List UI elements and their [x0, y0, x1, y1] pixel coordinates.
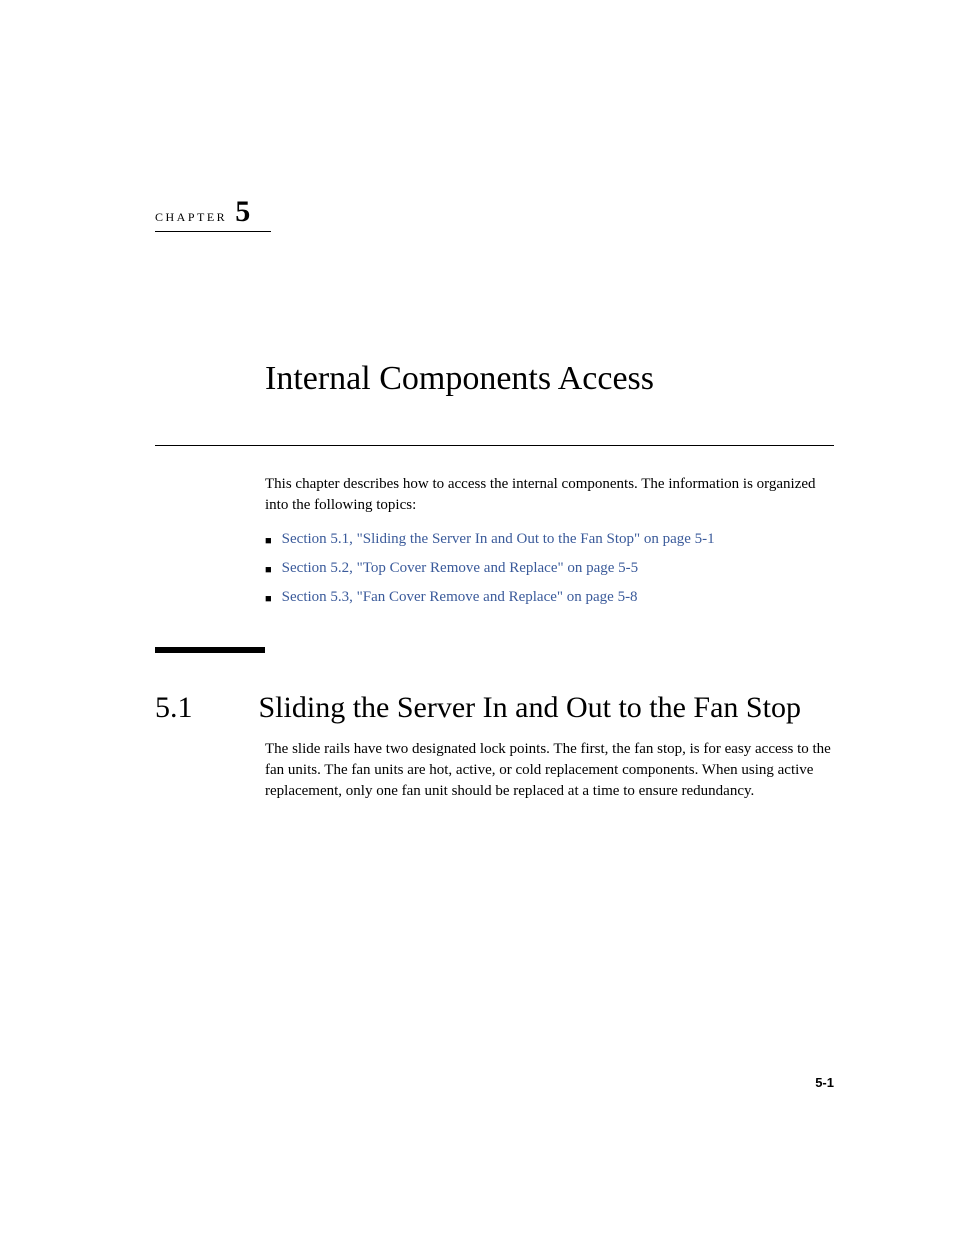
list-item: ■ Section 5.2, "Top Cover Remove and Rep… — [265, 560, 834, 581]
chapter-title: Internal Components Access — [265, 360, 834, 398]
intro-paragraph: This chapter describes how to access the… — [265, 474, 834, 516]
toc-link-section-5-2[interactable]: Section 5.2, "Top Cover Remove and Repla… — [282, 560, 639, 577]
list-item: ■ Section 5.3, "Fan Cover Remove and Rep… — [265, 589, 834, 610]
section-body: The slide rails have two designated lock… — [265, 739, 834, 802]
section-number: 5.1 — [155, 691, 193, 725]
section-divider — [155, 647, 265, 653]
list-item: ■ Section 5.1, "Sliding the Server In an… — [265, 531, 834, 552]
chapter-number: 5 — [235, 195, 250, 229]
title-underline — [155, 445, 834, 446]
toc-link-section-5-3[interactable]: Section 5.3, "Fan Cover Remove and Repla… — [282, 589, 638, 606]
section-heading: 5.1 Sliding the Server In and Out to the… — [155, 691, 834, 726]
bullet-icon: ■ — [265, 560, 272, 581]
page-number: 5-1 — [815, 1075, 834, 1090]
toc-link-section-5-1[interactable]: Section 5.1, "Sliding the Server In and … — [282, 531, 715, 548]
bullet-icon: ■ — [265, 531, 272, 552]
section-title: Sliding the Server In and Out to the Fan… — [259, 691, 801, 726]
bullet-icon: ■ — [265, 589, 272, 610]
chapter-label: CHAPTER — [155, 210, 227, 225]
toc-link-list: ■ Section 5.1, "Sliding the Server In an… — [265, 531, 834, 610]
chapter-header: CHAPTER 5 — [155, 195, 271, 232]
